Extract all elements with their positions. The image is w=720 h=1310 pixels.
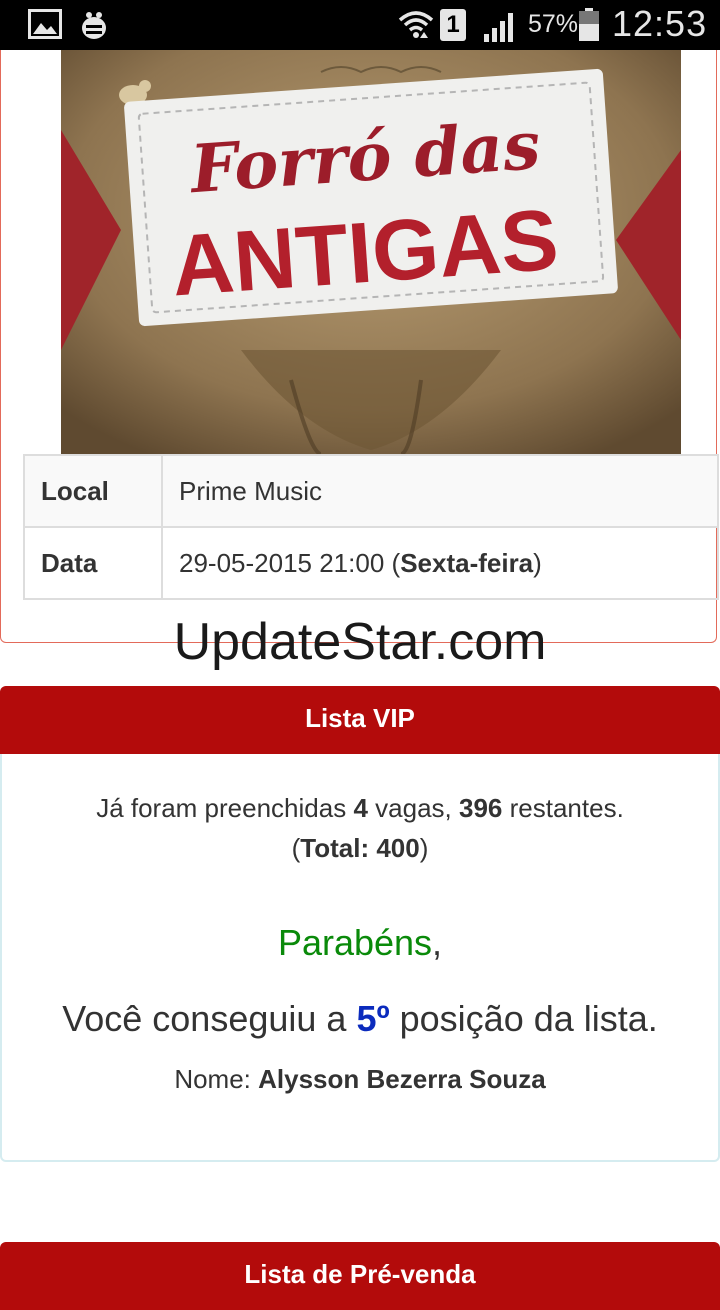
congrats-word: Parabéns <box>277 922 433 963</box>
event-info-table: Local Prime Music Data 29-05-2015 21:00 … <box>23 454 719 600</box>
name-label: Nome: <box>174 1064 251 1094</box>
wifi-icon <box>398 8 434 47</box>
local-value: Prime Music <box>161 454 719 528</box>
table-row: Local Prime Music <box>23 454 719 528</box>
signal-strength-icon <box>482 10 518 47</box>
watermark: UpdateStar.com <box>173 613 547 671</box>
usb-debugging-icon <box>78 9 110 46</box>
weekday: Sexta-feira <box>400 547 534 578</box>
congrats-message: Parabéns, <box>277 922 443 963</box>
name-value: Alysson Bezerra Souza <box>258 1064 546 1094</box>
position-number: 5º <box>356 998 390 1039</box>
battery-percentage: 57% <box>528 10 579 38</box>
presale-list-header[interactable]: Lista de Pré-venda <box>0 1242 720 1310</box>
local-label: Local <box>23 454 163 528</box>
vip-list-header[interactable]: Lista VIP <box>0 686 720 754</box>
position-suffix: posição da lista. <box>399 998 658 1039</box>
battery-icon <box>578 8 600 47</box>
gallery-notification-icon <box>28 9 62 44</box>
date-label: Data <box>23 526 163 600</box>
list-position-message: Você conseguiu a 5º posição da lista. <box>2 998 718 1040</box>
total-count: Total: 400 <box>300 833 420 863</box>
date-value: 29-05-2015 21:00 (Sexta-feira) <box>161 526 719 600</box>
position-prefix: Você conseguiu a <box>62 998 347 1039</box>
registrant-name: Nome: Alysson Bezerra Souza <box>2 1064 718 1095</box>
vacancy-status: Já foram preenchidas 4 vagas, 396 restan… <box>96 793 624 863</box>
vacancy-suffix: restantes. <box>509 793 624 823</box>
event-poster: Forró das ANTIGAS <box>61 50 681 454</box>
vacancy-prefix: Já foram preenchidas <box>96 793 347 823</box>
filled-count: 4 <box>353 793 368 823</box>
vacancy-mid: vagas, <box>375 793 452 823</box>
remaining-count: 396 <box>459 793 503 823</box>
vip-list-panel: Já foram preenchidas 4 vagas, 396 restan… <box>0 754 720 1162</box>
date-time: 29-05-2015 21:00 <box>179 547 385 578</box>
sim-slot-icon: 1 <box>440 9 466 41</box>
event-card: Forró das ANTIGAS Local Prime Music Data… <box>0 50 719 643</box>
table-row: Data 29-05-2015 21:00 (Sexta-feira) <box>23 526 719 600</box>
status-bar: 1 57% 12:53 <box>0 0 720 50</box>
clock: 12:53 <box>612 3 708 44</box>
